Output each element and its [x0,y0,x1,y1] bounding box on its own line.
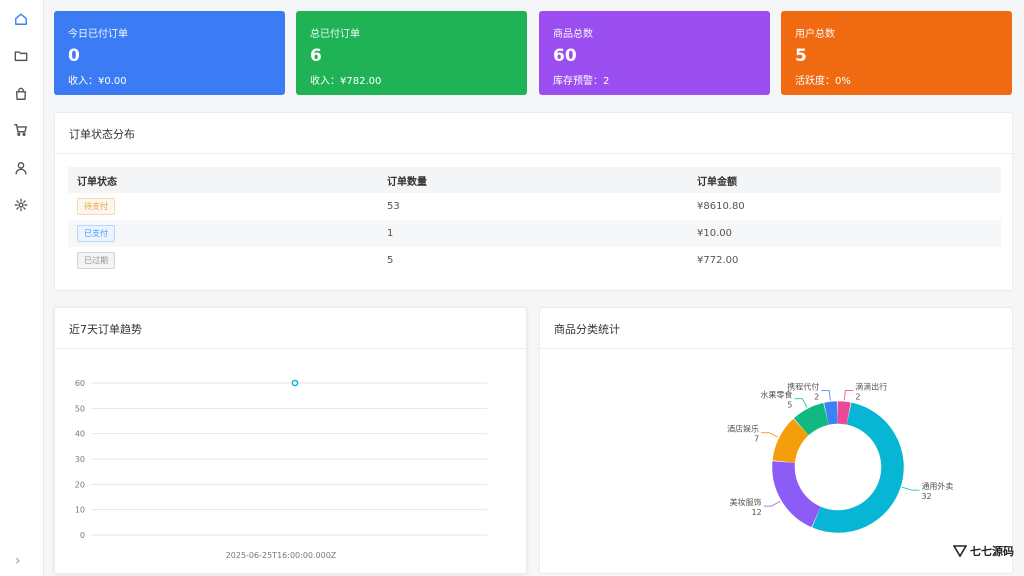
stat-sub: 收入：¥782.00 [310,76,382,87]
slice-value-label: 2 [814,393,819,402]
line-chart: 0 10 20 30 40 50 60 2025-06-25T16:00:00.000Z [75,379,487,560]
y-tick-label: 60 [75,379,85,388]
label-line [761,432,779,438]
label-line [794,398,808,408]
stat-title: 总已付订单 [310,29,360,40]
status-badge: 已过期 [77,252,115,269]
status-badge: 已支付 [77,225,115,242]
slice-value-label: 2 [855,392,860,401]
stat-title: 用户总数 [795,29,835,40]
label-line [763,500,781,507]
status-cell: 已过期 [68,247,378,274]
label-line [821,390,831,401]
stat-value: 60 [553,46,577,66]
y-tick-label: 30 [75,455,85,464]
stat-card-today-orders: 今日已付订单 0 收入：¥0.00 [54,11,285,95]
home-icon[interactable] [13,11,29,27]
y-tick-label: 10 [75,506,85,515]
slice-name-label: 酒店娱乐 [727,424,759,434]
table-row: 已支付 1 ¥10.00 [68,220,1001,247]
slice-value-label: 5 [787,401,792,410]
stat-sub: 库存预警：2 [553,76,610,87]
stat-value: 5 [795,46,807,66]
slice-value-label: 32 [921,492,931,501]
x-tick-label: 2025-06-25T16:00:00.000Z [226,551,337,560]
stat-title: 今日已付订单 [68,29,128,40]
chevron-right-icon[interactable]: › [15,553,21,569]
divider [55,153,1012,154]
count-cell: 5 [387,255,394,266]
slice-name-label: 通用外卖 [921,481,953,491]
stat-card-users: 用户总数 5 活跃度：0% [781,11,1012,95]
data-point[interactable] [291,379,299,387]
y-tick-label: 50 [75,404,85,413]
logo-icon [953,545,967,558]
settings-icon[interactable] [13,197,29,213]
order-status-table: 订单状态 订单数量 订单金额 待支付 53 ¥8610.80 已支付 1 ¥10… [68,167,1001,274]
order-status-panel: 订单状态分布 订单状态 订单数量 订单金额 待支付 53 ¥8610.80 已支… [54,112,1013,291]
table-header-row: 订单状态 订单数量 订单金额 [68,167,1001,193]
table-row: 待支付 53 ¥8610.80 [68,193,1001,220]
category-chart-panel: 商品分类统计 通用外卖 32 美妆服饰 12 酒店娱乐 7 水果零食 5 携程代付 2 滴滴出行 2 [539,307,1013,574]
amount-cell: ¥10.00 [688,220,1001,247]
stat-sub: 收入：¥0.00 [68,76,127,87]
slice-name-label: 滴滴出行 [855,381,887,391]
column-header: 订单数量 [378,167,688,193]
status-cell: 已支付 [68,220,378,247]
count-cell: 1 [378,220,688,247]
column-header: 订单状态 [68,167,378,193]
user-icon[interactable] [13,160,29,176]
bag-icon[interactable] [13,86,29,102]
table-row: 已过期 5 ¥772.00 [68,247,1001,274]
stat-card-products: 商品总数 60 库存预警：2 [539,11,770,95]
cart-icon[interactable] [13,122,29,138]
stat-card-total-orders: 总已付订单 6 收入：¥782.00 [296,11,527,95]
label-line [843,389,854,401]
panel-title: 商品分类统计 [554,323,620,336]
sidebar: › [0,0,44,576]
stat-value: 0 [68,46,80,66]
donut-chart: 通用外卖32美妆服饰12酒店娱乐7水果零食5携程代付2滴滴出行2 [727,381,953,533]
slice-name-label: 携程代付 [787,382,819,392]
stat-value: 6 [310,46,322,66]
panel-title: 近7天订单趋势 [69,323,142,336]
watermark-logo: 七七源码 [953,543,1014,559]
y-tick-label: 0 [80,531,85,540]
pie-slice[interactable] [772,461,821,527]
count-cell: 53 [387,201,400,212]
slice-value-label: 7 [754,435,759,444]
stat-sub: 活跃度：0% [795,76,851,87]
stat-title: 商品总数 [553,29,593,40]
y-tick-label: 40 [75,430,85,439]
amount-cell: ¥772.00 [697,255,739,266]
y-tick-label: 20 [75,480,85,489]
label-line [901,486,920,491]
slice-name-label: 美妆服饰 [730,497,762,507]
slice-value-label: 12 [751,508,761,517]
folder-icon[interactable] [13,48,29,64]
status-badge: 待支付 [77,198,115,215]
amount-cell: ¥8610.80 [697,201,745,212]
column-header: 订单金额 [688,167,1001,193]
watermark-text: 七七源码 [970,545,1014,558]
trend-chart-panel: 近7天订单趋势 0 10 20 30 40 50 60 2025-06-25T16:00:00… [54,307,527,574]
status-cell: 待支付 [68,193,378,220]
panel-title: 订单状态分布 [69,128,135,141]
